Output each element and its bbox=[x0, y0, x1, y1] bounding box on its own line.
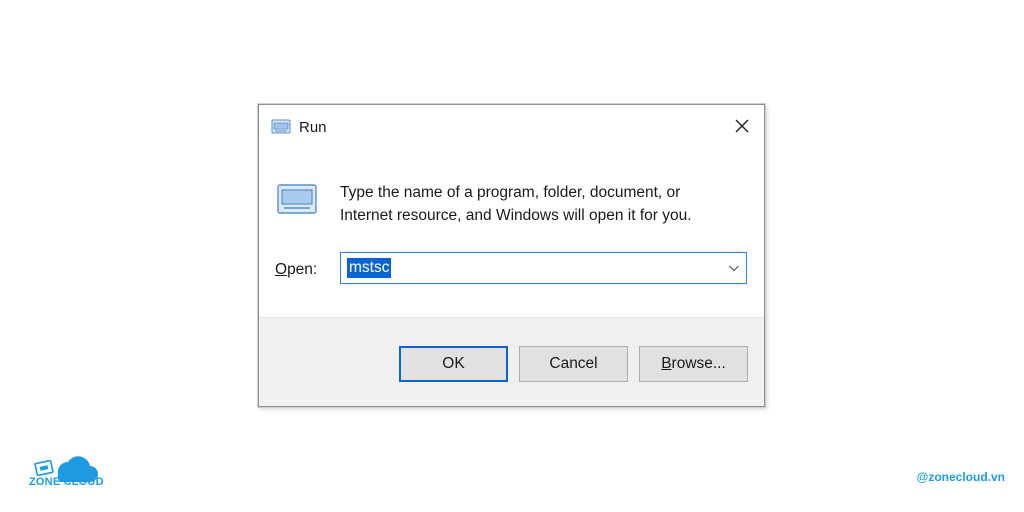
cancel-button[interactable]: Cancel bbox=[519, 346, 628, 382]
description-line: Type the name of a program, folder, docu… bbox=[340, 184, 681, 201]
browse-label: rowse... bbox=[671, 355, 726, 372]
run-icon bbox=[277, 184, 317, 214]
open-combobox[interactable]: mstsc bbox=[340, 252, 747, 284]
browse-button[interactable]: Browse... bbox=[639, 346, 748, 382]
open-label-text: pen: bbox=[287, 261, 318, 278]
browse-mnemonic: B bbox=[661, 355, 672, 372]
open-input[interactable]: mstsc bbox=[347, 258, 392, 278]
logo-text: ZONE CLOUD bbox=[29, 476, 104, 488]
ok-button[interactable]: OK bbox=[399, 346, 508, 382]
description-line: Internet resource, and Windows will open… bbox=[340, 207, 692, 224]
open-label-mnemonic: O bbox=[275, 261, 288, 278]
run-icon bbox=[271, 119, 291, 134]
dialog-description: Type the name of a program, folder, docu… bbox=[340, 181, 750, 227]
chevron-down-icon[interactable] bbox=[728, 262, 740, 274]
open-label: Open: bbox=[275, 261, 317, 279]
run-dialog: Run Type the name of a program, folder, … bbox=[258, 104, 765, 407]
dialog-footer: OK Cancel Browse... bbox=[259, 317, 764, 406]
close-icon[interactable] bbox=[730, 114, 754, 138]
title-bar: Run bbox=[259, 105, 764, 149]
social-handle: @zonecloud.vn bbox=[916, 470, 1005, 484]
dialog-title: Run bbox=[299, 119, 327, 136]
